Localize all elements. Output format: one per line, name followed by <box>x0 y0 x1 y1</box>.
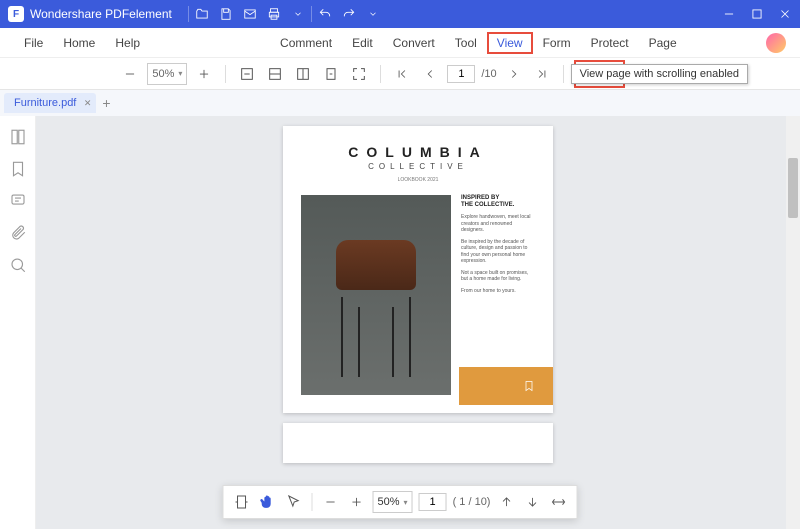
save-icon[interactable] <box>219 7 233 21</box>
first-page-icon[interactable] <box>391 63 413 85</box>
float-zoom-in[interactable] <box>347 492 367 512</box>
float-zoom-value: 50% <box>378 496 400 508</box>
document-page-2: Table of Contents <box>283 423 553 463</box>
prev-page-icon[interactable] <box>419 63 441 85</box>
next-page-icon[interactable] <box>503 63 525 85</box>
menu-convert[interactable]: Convert <box>383 32 445 54</box>
float-prev-icon[interactable] <box>496 492 516 512</box>
zoom-in-button[interactable] <box>193 63 215 85</box>
right-heading-2: THE COLLECTIVE. <box>461 202 535 209</box>
float-page-input[interactable] <box>419 493 447 511</box>
zoom-value: 50% <box>152 68 174 80</box>
print-icon[interactable] <box>267 7 281 21</box>
search-icon[interactable] <box>9 256 27 274</box>
undo-icon[interactable] <box>318 7 332 21</box>
fit-icon[interactable] <box>232 492 252 512</box>
app-title: Wondershare PDFelement <box>30 7 172 21</box>
document-tab[interactable]: Furniture.pdf ✕ <box>4 93 96 113</box>
tab-label: Furniture.pdf <box>14 97 76 109</box>
menu-view[interactable]: View <box>487 32 533 54</box>
doc-subtitle: LOOKBOOK 2021 <box>301 177 535 183</box>
float-page-total: ( 1 / 10) <box>453 496 491 508</box>
menu-help[interactable]: Help <box>105 32 150 54</box>
menu-page[interactable]: Page <box>639 32 687 54</box>
comments-icon[interactable] <box>9 192 27 210</box>
minimize-icon[interactable] <box>722 7 736 21</box>
close-icon[interactable] <box>778 7 792 21</box>
zoom-select[interactable]: 50%▾ <box>147 63 187 85</box>
mail-icon[interactable] <box>243 7 257 21</box>
page-total: /10 <box>481 68 496 80</box>
close-tab-icon[interactable]: ✕ <box>84 98 92 109</box>
app-logo: F <box>8 6 24 22</box>
redo-icon[interactable] <box>342 7 356 21</box>
bookmarks-icon[interactable] <box>9 160 27 178</box>
para3: Not a space built on promises, but a hom… <box>461 270 535 283</box>
menu-edit[interactable]: Edit <box>342 32 383 54</box>
fit-page-icon[interactable] <box>264 63 286 85</box>
maximize-icon[interactable] <box>750 7 764 21</box>
chair-image <box>301 195 451 395</box>
scrollbar-thumb[interactable] <box>788 158 798 218</box>
para1: Explore handwoven, meet local creators a… <box>461 214 535 234</box>
menu-file[interactable]: File <box>14 32 53 54</box>
fit-width-icon[interactable] <box>236 63 258 85</box>
right-heading-1: INSPIRED BY <box>461 195 535 202</box>
zoom-out-button[interactable] <box>119 63 141 85</box>
para4: From our home to yours. <box>461 288 535 295</box>
menu-form[interactable]: Form <box>533 32 581 54</box>
menu-comment[interactable]: Comment <box>270 32 342 54</box>
dropdown-icon[interactable] <box>366 7 380 21</box>
dropdown-icon[interactable] <box>291 7 305 21</box>
fullscreen-icon[interactable] <box>348 63 370 85</box>
float-zoom-select[interactable]: 50%▾ <box>373 491 413 513</box>
open-icon[interactable] <box>195 7 209 21</box>
document-canvas[interactable]: COLUMBIA COLLECTIVE LOOKBOOK 2021 INSPIR… <box>36 116 800 529</box>
doc-heading: COLUMBIA <box>301 144 535 160</box>
thumbnails-icon[interactable] <box>9 128 27 146</box>
menu-protect[interactable]: Protect <box>581 32 639 54</box>
actual-size-icon[interactable] <box>320 63 342 85</box>
float-next-icon[interactable] <box>522 492 542 512</box>
menu-tool[interactable]: Tool <box>445 32 487 54</box>
float-fit-width-icon[interactable] <box>548 492 568 512</box>
document-page-1: COLUMBIA COLLECTIVE LOOKBOOK 2021 INSPIR… <box>283 126 553 413</box>
add-tab-button[interactable]: + <box>102 95 110 111</box>
hand-tool-icon[interactable] <box>258 492 278 512</box>
attachments-icon[interactable] <box>9 224 27 242</box>
doc-subheading: COLLECTIVE <box>301 162 535 171</box>
orange-banner <box>459 367 553 405</box>
page-input[interactable] <box>447 65 475 83</box>
fit-height-icon[interactable] <box>292 63 314 85</box>
last-page-icon[interactable] <box>531 63 553 85</box>
floating-toolbar: 50%▾ ( 1 / 10) <box>223 485 578 519</box>
float-zoom-out[interactable] <box>321 492 341 512</box>
vertical-scrollbar[interactable] <box>786 116 800 529</box>
menu-home[interactable]: Home <box>53 32 105 54</box>
tooltip: View page with scrolling enabled <box>571 64 748 84</box>
select-tool-icon[interactable] <box>284 492 304 512</box>
para2: Be inspired by the decade of culture, de… <box>461 239 535 265</box>
user-avatar[interactable] <box>766 33 786 53</box>
